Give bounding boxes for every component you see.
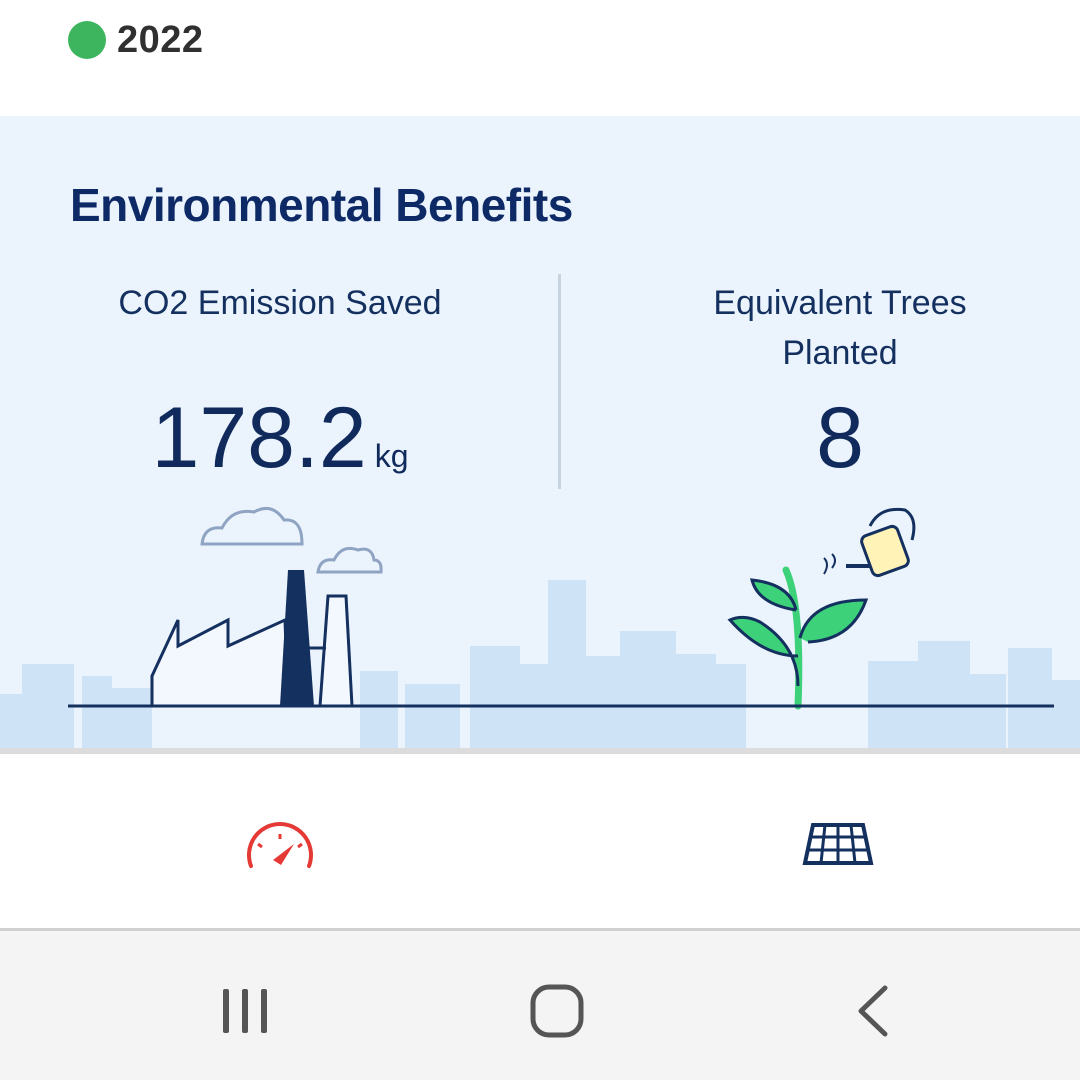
panel-title: Environmental Benefits xyxy=(70,179,573,231)
bottom-tab-bar xyxy=(0,748,1080,928)
home-button[interactable] xyxy=(507,971,607,1051)
cloud-icon-small xyxy=(316,546,383,574)
tab-performance[interactable] xyxy=(235,804,325,884)
home-icon xyxy=(530,984,584,1038)
co2-unit: kg xyxy=(374,438,409,474)
back-button[interactable] xyxy=(822,971,922,1051)
gauge-icon xyxy=(247,822,313,868)
system-navigation-bar xyxy=(0,928,1080,1080)
co2-value: 178.2 xyxy=(151,390,367,486)
solar-panel-icon xyxy=(802,823,874,865)
trees-label: Equivalent Trees Planted xyxy=(713,284,967,372)
environmental-benefits-panel: Environmental Benefits CO2 Emission Save… xyxy=(0,116,1080,748)
year-label: 2022 xyxy=(117,18,204,61)
year-selector[interactable]: 2022 xyxy=(68,18,204,62)
co2-value-row: 178.2 kg xyxy=(20,388,540,488)
tab-solar-panels[interactable] xyxy=(793,804,883,884)
stat-divider xyxy=(558,274,561,489)
recents-icon xyxy=(223,989,267,1033)
trees-value: 8 xyxy=(816,390,864,486)
recents-button[interactable] xyxy=(195,971,295,1051)
back-icon xyxy=(858,985,888,1037)
environment-illustration xyxy=(0,506,1080,748)
trees-value-row: 8 xyxy=(580,388,1080,488)
status-dot-icon xyxy=(68,21,106,59)
watering-can-icon xyxy=(823,507,916,578)
factory-icon xyxy=(150,570,354,708)
co2-stat: CO2 Emission Saved 178.2 kg xyxy=(20,278,540,486)
plant-icon xyxy=(727,566,869,710)
co2-label: CO2 Emission Saved xyxy=(118,284,442,322)
cloud-icon xyxy=(200,506,304,546)
trees-stat: Equivalent Trees Planted 8 xyxy=(580,278,1080,486)
